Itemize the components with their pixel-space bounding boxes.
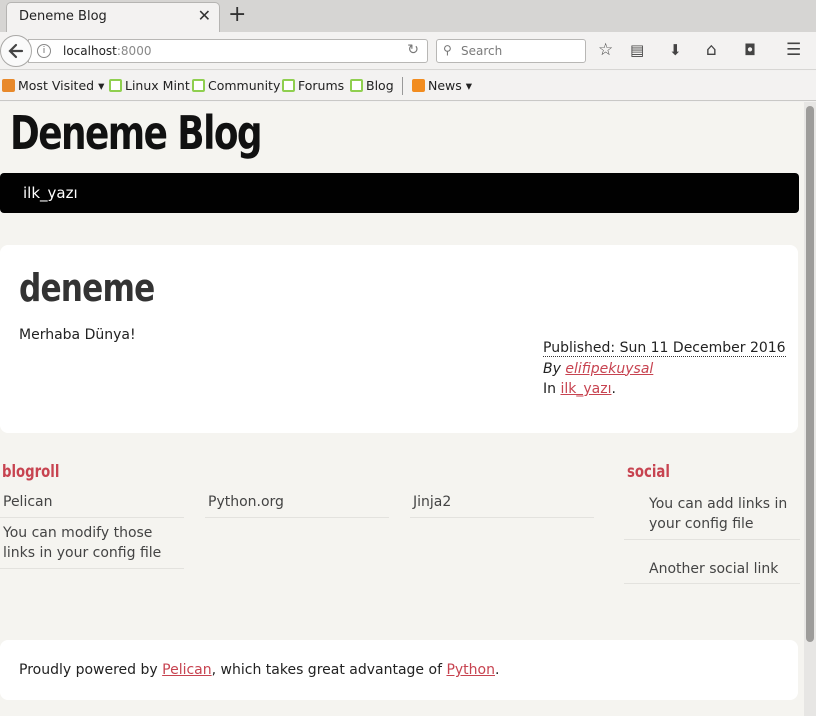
site-title[interactable]: Deneme Blog [10, 106, 263, 160]
vertical-scrollbar[interactable] [804, 102, 816, 716]
author-link[interactable]: elifipekuysal [565, 361, 653, 377]
in-label: In [543, 381, 557, 397]
url-bar[interactable]: i localhost:8000 ↻ [28, 39, 428, 63]
bookmark-separator [402, 77, 403, 95]
reload-icon[interactable]: ↻ [407, 42, 419, 58]
article-card: deneme Merhaba Dünya! Published: Sun 11 … [0, 245, 798, 433]
footer-pelican-link[interactable]: Pelican [162, 662, 212, 678]
footer-python-link[interactable]: Python [446, 662, 495, 678]
divider [410, 517, 594, 518]
article-meta: Published: Sun 11 December 2016 By elifi… [543, 338, 786, 400]
bookmark-news[interactable]: News ▾ [412, 78, 472, 93]
folder-icon [2, 79, 15, 92]
linux-mint-icon [350, 79, 363, 92]
search-icon: ⚲ [443, 43, 452, 57]
bookmark-star-icon[interactable]: ☆ [598, 40, 613, 60]
blogroll-link-python[interactable]: Python.org [208, 492, 284, 512]
linux-mint-icon [192, 79, 205, 92]
reading-list-icon[interactable]: ▤ [630, 40, 644, 60]
divider [205, 517, 389, 518]
divider [0, 517, 184, 518]
article-body: Merhaba Dünya! [19, 327, 136, 343]
url-host: localhost [63, 44, 117, 58]
tab-bar: Deneme Blog ✕ + [0, 0, 816, 32]
main-menu: ilk_yazı [0, 173, 799, 213]
social-link-config[interactable]: You can add links in your config file [649, 494, 799, 534]
published-date: Published: Sun 11 December 2016 [543, 340, 786, 357]
download-icon[interactable]: ⬇ [669, 40, 682, 60]
in-suffix: . [611, 381, 616, 397]
url-text: localhost:8000 [63, 44, 151, 58]
pocket-icon[interactable]: ◘ [744, 40, 756, 60]
divider [624, 539, 800, 540]
navigation-toolbar: i localhost:8000 ↻ ⚲ Search ☆ ▤ ⬇ ⌂ ◘ ☰ [0, 32, 816, 70]
scrollbar-thumb[interactable] [806, 106, 814, 642]
article-title[interactable]: deneme [19, 266, 155, 310]
blogroll-link-config[interactable]: You can modify those links in your confi… [3, 523, 183, 563]
linux-mint-icon [109, 79, 122, 92]
footer-text: Proudly powered by Pelican, which takes … [19, 662, 500, 678]
tab-deneme-blog[interactable]: Deneme Blog ✕ [6, 2, 220, 32]
tab-title: Deneme Blog [19, 9, 107, 24]
blogroll-link-jinja2[interactable]: Jinja2 [413, 492, 451, 512]
divider [624, 583, 800, 584]
bookmarks-toolbar: Most Visited ▾ Linux Mint Community Foru… [0, 71, 816, 101]
social-link-another[interactable]: Another social link [649, 559, 778, 579]
info-icon[interactable]: i [37, 44, 51, 58]
bookmark-blog[interactable]: Blog [350, 78, 394, 93]
back-button[interactable] [0, 35, 32, 67]
home-icon[interactable]: ⌂ [706, 40, 717, 60]
bookmark-forums[interactable]: Forums [282, 78, 344, 93]
bookmark-most-visited[interactable]: Most Visited ▾ [2, 78, 104, 93]
blogroll-link-pelican[interactable]: Pelican [3, 492, 53, 512]
url-port: :8000 [116, 44, 152, 58]
divider [0, 568, 184, 569]
footer: Proudly powered by Pelican, which takes … [0, 640, 798, 700]
page-viewport: Deneme Blog ilk_yazı deneme Merhaba Düny… [0, 102, 804, 716]
search-bar[interactable]: ⚲ Search [436, 39, 586, 63]
blogroll-heading: blogroll [2, 462, 60, 482]
bookmark-linux-mint[interactable]: Linux Mint [109, 78, 190, 93]
new-tab-icon[interactable]: + [228, 2, 246, 28]
back-arrow-icon [8, 43, 24, 59]
rss-icon [412, 79, 425, 92]
linux-mint-icon [282, 79, 295, 92]
hamburger-menu-icon[interactable]: ☰ [786, 40, 801, 60]
close-icon[interactable]: ✕ [198, 6, 211, 25]
search-placeholder: Search [461, 44, 503, 58]
bookmark-community[interactable]: Community [192, 78, 280, 93]
by-label: By [543, 360, 561, 377]
social-heading: social [627, 462, 670, 482]
category-link[interactable]: ilk_yazı [560, 381, 611, 397]
menu-item-ilk-yazi[interactable]: ilk_yazı [23, 184, 78, 202]
